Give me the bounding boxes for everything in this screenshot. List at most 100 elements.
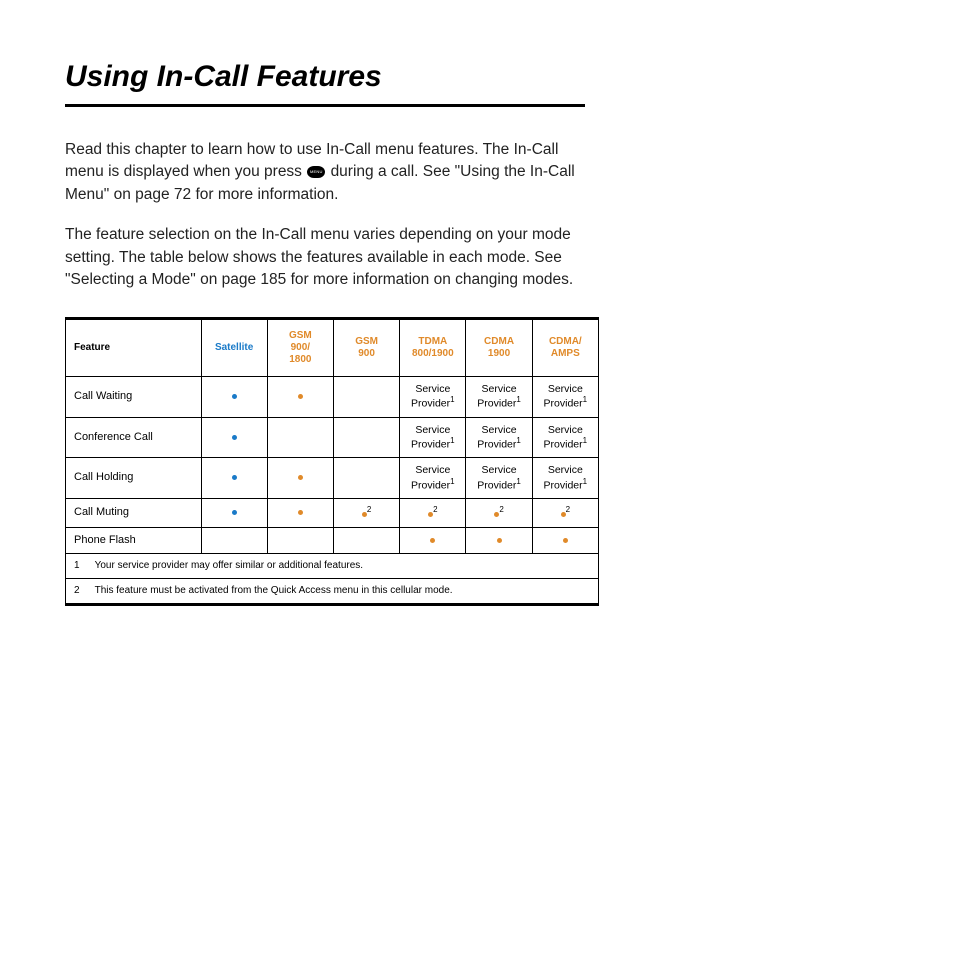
cell [201, 527, 267, 553]
th-text: 900 [358, 348, 375, 359]
footnote-row: 2 This feature must be activated from th… [66, 578, 599, 604]
cell [532, 527, 598, 553]
sp-text: Provider [477, 398, 516, 410]
th-text: 900/ [291, 342, 310, 353]
footnote-ref: 1 [450, 395, 454, 404]
footnote-ref: 1 [450, 477, 454, 486]
footnote-ref: 1 [583, 477, 587, 486]
cell-feature: Phone Flash [66, 527, 202, 553]
cell: 2 [466, 498, 532, 527]
th-text: 1800 [289, 354, 311, 365]
sp-text: Service [548, 424, 583, 436]
cell: Service Provider1 [532, 376, 598, 417]
cell: ServiceProvider1 [466, 417, 532, 458]
cell: Service Provider1 [400, 417, 466, 458]
cell: Service Provider1 [400, 458, 466, 499]
footnote-ref: 2 [499, 505, 503, 514]
footnote-ref: 1 [516, 436, 520, 445]
cell [267, 458, 333, 499]
sp-text: Provider [544, 439, 583, 451]
th-gsm-900-1800: GSM 900/ 1800 [267, 318, 333, 376]
footnote-ref: 2 [566, 505, 570, 514]
sp-text: Provider [477, 439, 516, 451]
cell-feature: Call Holding [66, 458, 202, 499]
dot-orange-icon [430, 538, 435, 543]
intro-paragraph-2: The feature selection on the In-Call men… [65, 224, 595, 291]
footnote-text: This feature must be activated from the … [95, 585, 453, 596]
cell: Service Provider1 [400, 376, 466, 417]
cell [201, 417, 267, 458]
th-cdma-1900: CDMA 1900 [466, 318, 532, 376]
footnote-number: 2 [74, 585, 92, 597]
cell: 2 [532, 498, 598, 527]
th-tdma: TDMA 800/1900 [400, 318, 466, 376]
sp-text: Service [548, 464, 583, 476]
dot-orange-icon [298, 475, 303, 480]
footnote-text: Your service provider may offer similar … [95, 560, 363, 571]
page-title: Using In-Call Features [65, 60, 585, 107]
table-row: Conference Call ServiceProvider1 Service… [66, 417, 599, 458]
th-satellite: Satellite [201, 318, 267, 376]
dot-blue-icon [232, 435, 237, 440]
footnote-ref: 1 [516, 395, 520, 404]
cell-feature: Conference Call [66, 417, 202, 458]
sp-text: Service [548, 383, 583, 395]
sp-text: Service [482, 383, 517, 395]
cell [333, 417, 399, 458]
cell [333, 527, 399, 553]
cell: ServiceProvider1 [532, 417, 598, 458]
th-gsm-900: GSM 900 [333, 318, 399, 376]
th-text: AMPS [551, 348, 580, 359]
cell [400, 527, 466, 553]
cell-feature: Call Muting [66, 498, 202, 527]
cell [267, 417, 333, 458]
th-feature: Feature [66, 318, 202, 376]
footnote-cell: 1 Your service provider may offer simila… [66, 553, 599, 578]
table-row: Phone Flash [66, 527, 599, 553]
cell [267, 376, 333, 417]
th-text: 800/1900 [412, 348, 454, 359]
sp-text: Service [415, 383, 450, 395]
sp-text: Provider [544, 398, 583, 410]
th-cdma-amps: CDMA/ AMPS [532, 318, 598, 376]
table-row: Call Holding ServiceProvider1 ServicePro… [66, 458, 599, 499]
dot-orange-icon [298, 510, 303, 515]
footnote-ref: 1 [583, 395, 587, 404]
cell [333, 458, 399, 499]
dot-blue-icon [232, 475, 237, 480]
sp-text: Provider [411, 479, 450, 491]
cell [201, 498, 267, 527]
footnote-ref: 2 [367, 505, 371, 514]
dot-blue-icon [232, 394, 237, 399]
sp-text: Service [482, 464, 517, 476]
sp-text: Provider [477, 479, 516, 491]
sp-text: Service [415, 464, 450, 476]
sp-text: Provider [544, 479, 583, 491]
table-row: Call Waiting ServiceProvider1 ServicePro… [66, 376, 599, 417]
feature-availability-table: Feature Satellite GSM 900/ 1800 GSM 900 … [65, 317, 599, 606]
sp-text: Provider [411, 398, 450, 410]
cell [201, 376, 267, 417]
th-text: GSM [355, 336, 378, 347]
footnote-ref: 1 [516, 477, 520, 486]
dot-orange-icon [497, 538, 502, 543]
cell [267, 498, 333, 527]
intro-paragraph-1: Read this chapter to learn how to use In… [65, 139, 595, 206]
cell [267, 527, 333, 553]
dot-blue-icon [232, 510, 237, 515]
footnote-number: 1 [74, 560, 92, 572]
footnote-ref: 1 [450, 436, 454, 445]
cell: 2 [333, 498, 399, 527]
th-text: CDMA/ [549, 336, 582, 347]
footnote-row: 1 Your service provider may offer simila… [66, 553, 599, 578]
th-text: GSM [289, 330, 312, 341]
sp-text: Service [415, 424, 450, 436]
sp-text: Provider [411, 439, 450, 451]
table-row: Call Muting 2 2 2 2 [66, 498, 599, 527]
th-text: CDMA [484, 336, 514, 347]
cell-feature: Call Waiting [66, 376, 202, 417]
cell: Service Provider1 [466, 376, 532, 417]
th-text: 1900 [488, 348, 510, 359]
table-header-row: Feature Satellite GSM 900/ 1800 GSM 900 … [66, 318, 599, 376]
cell: 2 [400, 498, 466, 527]
